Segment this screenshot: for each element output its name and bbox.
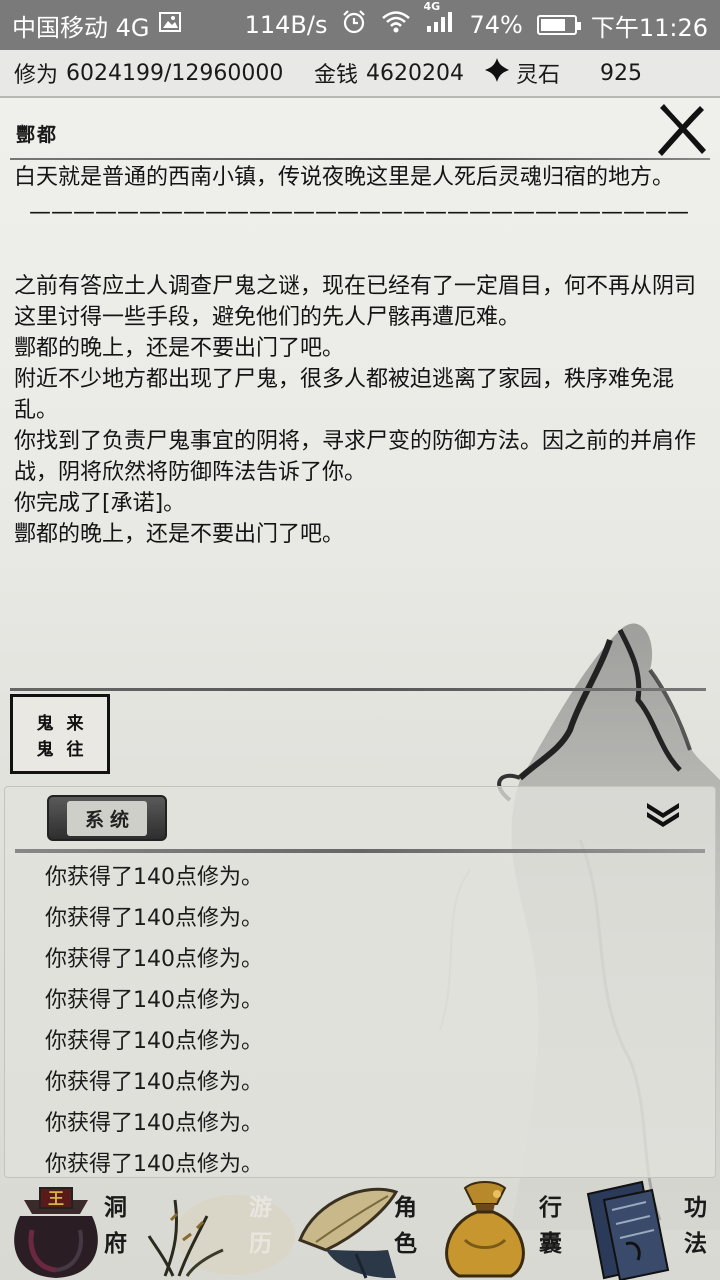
tab-system[interactable]: 系统 bbox=[47, 795, 167, 841]
event-line: 酆都的晚上，还是不要出门了吧。 bbox=[14, 522, 345, 547]
log-line: 你获得了140点修为。 bbox=[45, 1070, 263, 1095]
log-line: 你获得了140点修为。 bbox=[45, 865, 263, 890]
event-line: 附近不少地方都出现了尸鬼，很多人都被迫逃离了家园，秩序难免混乱。 bbox=[14, 367, 675, 423]
collapse-log-button[interactable] bbox=[643, 799, 683, 829]
battery-percent: 74% bbox=[469, 11, 523, 39]
log-divider bbox=[15, 849, 705, 853]
nav-juese-char: 色 bbox=[394, 1231, 417, 1257]
spirit-stone-label: 灵石 bbox=[516, 63, 561, 88]
wifi-icon bbox=[381, 10, 411, 40]
carrier-label: 中国移动 4G bbox=[12, 13, 150, 42]
gold-pouch-icon bbox=[445, 1181, 525, 1278]
status-bar: 中国移动 4G 114B/s 4G 74% 下午11:26 bbox=[0, 0, 720, 50]
event-line: 你找到了负责尸鬼事宜的阴将，寻求尸变的防御方法。因之前的并肩作战，阴将欣然将防御… bbox=[14, 429, 697, 485]
seal-char: 鬼 bbox=[36, 740, 54, 760]
event-line: 酆都的晚上，还是不要出门了吧。 bbox=[14, 336, 345, 361]
treasure-bag-icon: 王 bbox=[14, 1187, 98, 1278]
event-line: 之前有答应土人调查尸鬼之谜，现在已经有了一定眉目，何不再从阴司这里讨得一些手段，… bbox=[14, 274, 697, 330]
log-line: 你获得了140点修为。 bbox=[45, 947, 263, 972]
nav-dongfu[interactable]: 王 洞 府 bbox=[0, 1180, 145, 1280]
section-divider: —————————————————————————————— bbox=[29, 200, 689, 225]
log-line: 你获得了140点修为。 bbox=[45, 1029, 263, 1054]
scripture-books-icon bbox=[586, 1180, 670, 1280]
money-stat: 金钱 4620204 bbox=[314, 57, 484, 89]
nav-dongfu-badge: 王 bbox=[48, 1189, 64, 1208]
story-text: 白天就是普通的西南小镇，传说夜晚这里是人死后灵魂归宿的地方。 —————————… bbox=[14, 162, 704, 550]
nav-dongfu-char: 府 bbox=[104, 1231, 127, 1257]
seal-char: 往 bbox=[66, 740, 84, 760]
log-line: 你获得了140点修为。 bbox=[45, 1152, 263, 1177]
alarm-icon bbox=[341, 9, 367, 41]
network-speed: 114B/s bbox=[244, 11, 328, 39]
signal-icon: 4G bbox=[423, 0, 455, 40]
nav-juese-char: 角 bbox=[394, 1195, 417, 1221]
money-label: 金钱 bbox=[314, 63, 359, 88]
clock: 下午11:26 bbox=[590, 13, 708, 42]
event-line: 你完成了[承诺]。 bbox=[14, 491, 186, 516]
battery-icon bbox=[536, 15, 581, 35]
content-divider bbox=[10, 688, 706, 691]
close-button[interactable] bbox=[650, 100, 710, 160]
grass-travel-icon bbox=[147, 1195, 295, 1277]
nav-youli-char: 历 bbox=[249, 1231, 272, 1257]
log-list: 你获得了140点修为。 你获得了140点修为。 你获得了140点修为。 你获得了… bbox=[45, 857, 263, 1185]
chevron-double-down-icon bbox=[647, 803, 679, 827]
image-notification-icon bbox=[158, 10, 182, 40]
seal-char: 鬼 bbox=[36, 714, 54, 734]
cultivation-label: 修为 bbox=[14, 63, 59, 88]
nav-gongfa[interactable]: 功 法 bbox=[580, 1180, 720, 1280]
nav-youli[interactable]: 游 历 bbox=[145, 1180, 295, 1280]
nav-xingnang-char: 囊 bbox=[539, 1231, 562, 1257]
gui-lai-gui-wang-button[interactable]: 鬼 来 鬼 往 bbox=[10, 694, 110, 774]
bottom-nav: 王 洞 府 游 历 角 色 行 囊 功 法 bbox=[0, 1180, 720, 1280]
straw-hat-icon bbox=[298, 1187, 399, 1279]
location-description: 白天就是普通的西南小镇，传说夜晚这里是人死后灵魂归宿的地方。 bbox=[14, 165, 675, 190]
nav-xingnang-char: 行 bbox=[539, 1195, 562, 1221]
seal-char: 来 bbox=[66, 714, 84, 734]
spirit-stone-icon bbox=[484, 57, 510, 89]
money-value: 4620204 bbox=[366, 60, 464, 86]
network-type: 4G bbox=[423, 0, 441, 13]
header-divider bbox=[10, 158, 710, 160]
log-line: 你获得了140点修为。 bbox=[45, 988, 263, 1013]
cultivation-stat: 修为 6024199/12960000 bbox=[14, 57, 314, 89]
nav-gongfa-char: 法 bbox=[684, 1231, 707, 1257]
nav-dongfu-char: 洞 bbox=[104, 1195, 127, 1221]
message-log-panel: 系统 你获得了140点修为。 你获得了140点修为。 你获得了140点修为。 你… bbox=[4, 786, 716, 1178]
nav-xingnang[interactable]: 行 囊 bbox=[435, 1180, 580, 1280]
nav-youli-char: 游 bbox=[249, 1195, 272, 1221]
nav-juese[interactable]: 角 色 bbox=[290, 1180, 435, 1280]
spirit-stone-value: 925 bbox=[600, 60, 643, 86]
cultivation-value: 6024199/12960000 bbox=[66, 60, 284, 86]
location-title: 酆都 bbox=[16, 124, 59, 146]
tab-system-label: 系统 bbox=[66, 800, 147, 836]
nav-gongfa-char: 功 bbox=[684, 1195, 707, 1221]
log-line: 你获得了140点修为。 bbox=[45, 1111, 263, 1136]
resource-bar: 修为 6024199/12960000 金钱 4620204 灵石 925 bbox=[0, 50, 720, 98]
close-icon bbox=[658, 104, 706, 156]
log-line: 你获得了140点修为。 bbox=[45, 906, 263, 931]
spirit-stone-stat: 灵石 925 bbox=[484, 57, 642, 89]
